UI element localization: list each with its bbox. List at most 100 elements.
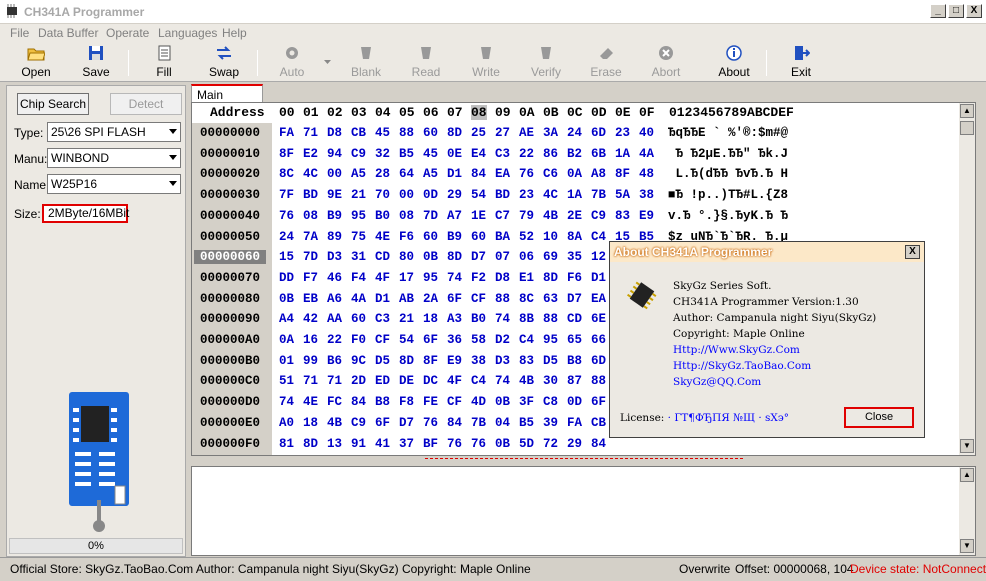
hex-byte[interactable]: 38	[639, 188, 654, 202]
hex-byte[interactable]: 88	[591, 374, 606, 388]
hex-byte[interactable]: 8C	[279, 167, 294, 181]
hex-byte[interactable]: 16	[303, 333, 318, 347]
hex-byte[interactable]: ED	[375, 374, 390, 388]
read-button[interactable]: Read	[400, 44, 452, 80]
hex-byte[interactable]: 95	[351, 209, 366, 223]
hex-byte[interactable]: B2	[567, 147, 582, 161]
scroll-down-icon[interactable]: ▼	[960, 439, 974, 453]
hex-byte[interactable]: CD	[375, 250, 390, 264]
hex-byte[interactable]: 4B	[519, 374, 534, 388]
menu-help[interactable]: Help	[222, 26, 247, 40]
hex-byte[interactable]: 99	[303, 354, 318, 368]
hex-byte[interactable]: 6F	[447, 292, 462, 306]
hex-byte[interactable]: A5	[423, 167, 438, 181]
hex-row[interactable]: 00000020 8C 4C 00 A5 28 64 A5 D1 84 EA 76 C6 0A A8 8F 48…	[192, 164, 962, 185]
hex-byte[interactable]: 6D	[591, 354, 606, 368]
hex-byte[interactable]: DC	[423, 374, 438, 388]
hex-row[interactable]: 00000010 8F E2 94 C9 32 B5 45 0E E4 C3 22 86 B2 6B 1A 4A…	[192, 144, 962, 165]
open-button[interactable]: Open	[10, 44, 62, 80]
hex-byte[interactable]: 74	[279, 395, 294, 409]
hex-byte[interactable]: FA	[567, 416, 582, 430]
name-select[interactable]: W25P16	[47, 174, 181, 194]
hex-byte[interactable]: 6F	[423, 333, 438, 347]
hex-byte[interactable]: 0B	[495, 437, 510, 451]
hex-byte[interactable]: 28	[375, 167, 390, 181]
hex-byte[interactable]: E1	[519, 271, 534, 285]
hex-byte[interactable]: 5A	[615, 188, 630, 202]
website-link[interactable]: Http://Www.SkyGz.Com	[673, 344, 800, 356]
hex-byte[interactable]: 69	[543, 250, 558, 264]
scroll-up-icon[interactable]: ▲	[960, 104, 974, 118]
hex-byte[interactable]: F4	[351, 271, 366, 285]
hex-byte[interactable]: 21	[351, 188, 366, 202]
minimize-button[interactable]: _	[930, 4, 946, 18]
hex-byte[interactable]: AE	[519, 126, 534, 140]
hex-byte[interactable]: 7F	[279, 188, 294, 202]
verify-button[interactable]: Verify	[520, 44, 572, 80]
hex-byte[interactable]: FC	[327, 395, 342, 409]
hex-byte[interactable]: 45	[375, 126, 390, 140]
hex-byte[interactable]: CF	[375, 333, 390, 347]
hex-byte[interactable]: D1	[447, 167, 462, 181]
hex-byte[interactable]: 74	[447, 271, 462, 285]
hex-byte[interactable]: E9	[447, 354, 462, 368]
hex-byte[interactable]: 00	[399, 188, 414, 202]
hex-byte[interactable]: 08	[303, 209, 318, 223]
hex-row[interactable]: 00000030 7F BD 9E 21 70 00 0D 29 54 BD 23 4C 1A 7B 5A 38…	[192, 185, 962, 206]
hex-byte[interactable]: 2A	[423, 292, 438, 306]
hex-byte[interactable]: 4F	[375, 271, 390, 285]
log-scrollbar[interactable]: ▲ ▼	[959, 467, 975, 555]
hex-byte[interactable]: 35	[567, 250, 582, 264]
hex-byte[interactable]: 4E	[375, 230, 390, 244]
hex-byte[interactable]: 91	[351, 437, 366, 451]
hex-byte[interactable]: 27	[495, 126, 510, 140]
hex-byte[interactable]: A0	[279, 416, 294, 430]
hex-byte[interactable]: 83	[615, 209, 630, 223]
hex-byte[interactable]: F7	[303, 271, 318, 285]
blank-button[interactable]: Blank	[340, 44, 392, 80]
hex-byte[interactable]: BD	[303, 188, 318, 202]
hex-byte[interactable]: CB	[591, 416, 606, 430]
fill-button[interactable]: Fill	[138, 44, 190, 80]
hex-row[interactable]: 00000100C2B55F2EEC7BF6C5603DDB56ACCF	[192, 454, 962, 455]
hex-byte[interactable]: 87	[567, 374, 582, 388]
hex-byte[interactable]: 74	[495, 374, 510, 388]
hex-byte[interactable]: 12	[591, 250, 606, 264]
hex-byte[interactable]: 29	[447, 188, 462, 202]
hex-byte[interactable]: AB	[399, 292, 414, 306]
hex-byte[interactable]: 95	[543, 333, 558, 347]
hex-byte[interactable]: 79	[519, 209, 534, 223]
hex-byte[interactable]: 71	[303, 374, 318, 388]
hex-row[interactable]: 00000000 FA 71 D8 CB 45 88 60 8D 25 27 AE 3A 24 6D 23 40…	[192, 123, 962, 144]
hex-byte[interactable]: D3	[495, 354, 510, 368]
hex-byte[interactable]: 24	[567, 126, 582, 140]
hex-byte[interactable]: 66	[591, 333, 606, 347]
hex-byte[interactable]: F0	[351, 333, 366, 347]
type-select[interactable]: 25\26 SPI FLASH	[47, 122, 181, 142]
hex-byte[interactable]: C4	[591, 230, 606, 244]
hex-byte[interactable]: 07	[495, 250, 510, 264]
hex-byte[interactable]: 8C	[519, 292, 534, 306]
hex-byte[interactable]: 4F	[447, 374, 462, 388]
erase-button[interactable]: Erase	[580, 44, 632, 80]
menu-languages[interactable]: Languages	[158, 26, 217, 40]
hex-byte[interactable]: 8D	[543, 271, 558, 285]
hex-byte[interactable]: 3F	[519, 395, 534, 409]
hex-byte[interactable]: 1E	[471, 209, 486, 223]
hex-byte[interactable]: 54	[471, 188, 486, 202]
hex-byte[interactable]: 1A	[615, 147, 630, 161]
hex-byte[interactable]: C9	[351, 147, 366, 161]
hex-byte[interactable]: 88	[495, 292, 510, 306]
hex-byte[interactable]: 2D	[351, 374, 366, 388]
hex-byte[interactable]: 83	[519, 354, 534, 368]
hex-byte[interactable]: C9	[351, 416, 366, 430]
hex-byte[interactable]: E4	[471, 147, 486, 161]
hex-byte[interactable]: 29	[567, 437, 582, 451]
hex-byte[interactable]: 60	[423, 230, 438, 244]
hex-byte[interactable]: B8	[567, 354, 582, 368]
hex-byte[interactable]: 31	[351, 250, 366, 264]
hex-byte[interactable]: 36	[447, 333, 462, 347]
hex-byte[interactable]: CF	[471, 292, 486, 306]
hex-byte[interactable]: BD	[495, 188, 510, 202]
hex-byte[interactable]: 40	[639, 126, 654, 140]
